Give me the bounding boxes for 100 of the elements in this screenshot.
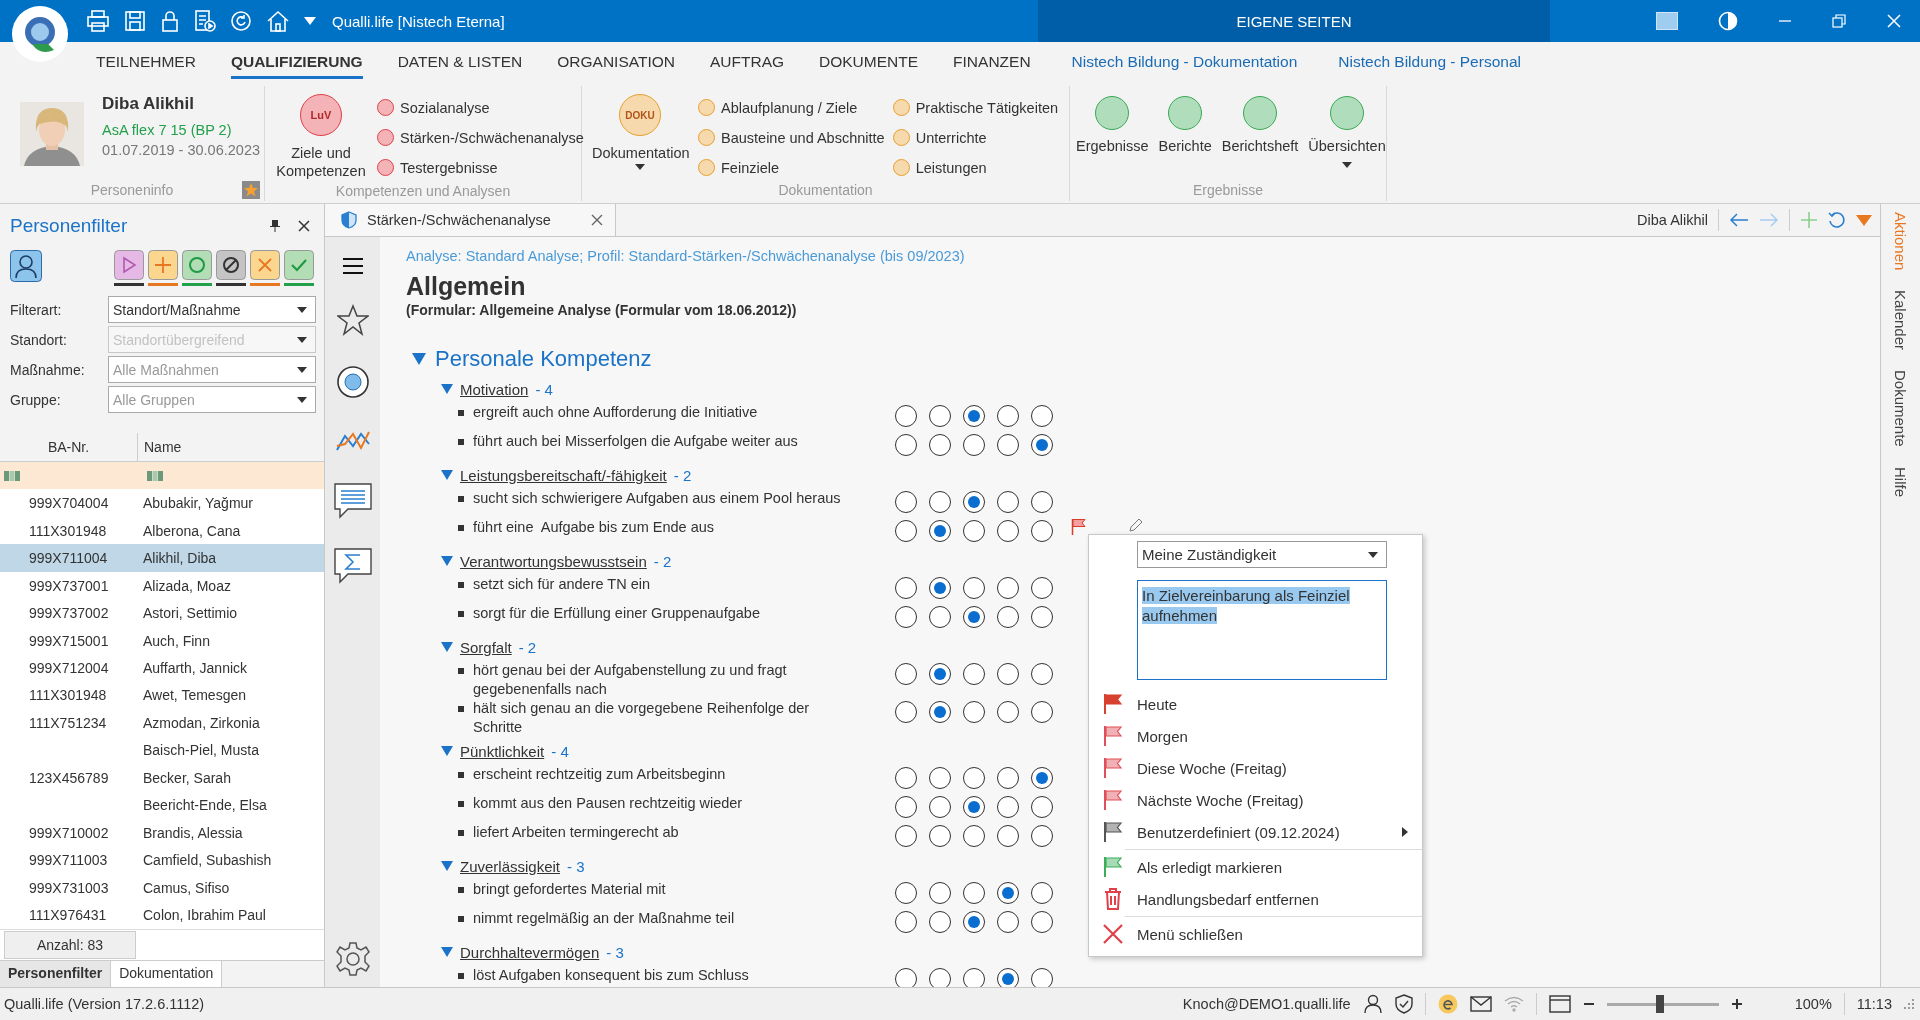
menu-tab[interactable]: DOKUMENTE xyxy=(819,45,919,79)
radio-button[interactable] xyxy=(929,577,951,599)
user-icon[interactable] xyxy=(1362,994,1383,1014)
expand-triangle-icon[interactable] xyxy=(412,353,426,365)
ribbon-item[interactable]: Feinziele xyxy=(698,157,885,178)
table-row[interactable]: 999X704004 Abubakir, Yağmur xyxy=(0,489,324,517)
menu-tab[interactable]: AUFTRAG xyxy=(709,45,785,79)
note-field[interactable]: In Zielvereinbarung als Feinziel aufnehmen xyxy=(1137,580,1387,680)
printer-icon[interactable] xyxy=(86,10,110,32)
radio-button[interactable] xyxy=(963,767,985,789)
radio-button[interactable] xyxy=(963,663,985,685)
table-row[interactable]: 999X711004 Alikhil, Diba xyxy=(0,544,324,572)
radio-button[interactable] xyxy=(929,491,951,513)
mail-icon[interactable] xyxy=(1469,996,1492,1012)
ribbon-button[interactable]: Berichtsheft xyxy=(1219,94,1301,179)
settings-icon[interactable] xyxy=(334,941,371,977)
radio-button[interactable] xyxy=(1031,663,1053,685)
radio-button[interactable] xyxy=(929,606,951,628)
menu-tab[interactable]: QUALIFIZIERUNG xyxy=(230,45,363,79)
table-row[interactable]: 111X301948 Awet, Temesgen xyxy=(0,681,324,710)
menu-item[interactable]: Morgen xyxy=(1089,720,1422,752)
table-row[interactable]: 999X715001 Auch, Finn xyxy=(0,626,324,655)
ribbon-button[interactable]: DOKU Dokumentation xyxy=(590,94,690,179)
table-row[interactable]: 123X456789 Becker, Sarah xyxy=(0,764,324,792)
menu-item[interactable]: Als erledigt markieren xyxy=(1089,851,1422,883)
radio-button[interactable] xyxy=(963,405,985,427)
radio-button[interactable] xyxy=(1031,520,1053,542)
person-button[interactable] xyxy=(10,250,42,282)
category-title[interactable]: Verantwortungsbewusstsein xyxy=(460,552,647,570)
menu-link[interactable]: Nistech Bildung - Personal xyxy=(1338,45,1521,79)
zoom-in-icon[interactable] xyxy=(1730,998,1743,1010)
text-filter-icon[interactable] xyxy=(147,470,163,481)
caret-icon[interactable] xyxy=(1368,551,1378,558)
expand-triangle-icon[interactable] xyxy=(441,947,453,957)
radio-button[interactable] xyxy=(997,606,1019,628)
circle-icon[interactable] xyxy=(335,365,370,399)
document-icon[interactable] xyxy=(194,10,216,32)
radio-button[interactable] xyxy=(929,405,951,427)
menu-tab[interactable]: FINANZEN xyxy=(953,45,1031,79)
radio-button[interactable] xyxy=(963,968,985,987)
radio-button[interactable] xyxy=(997,882,1019,904)
table-row[interactable]: 999X712004 Auffarth, Jannick xyxy=(0,654,324,682)
ribbon-item[interactable]: Leistungen xyxy=(892,157,1059,178)
menu-item[interactable]: Diese Woche (Freitag) xyxy=(1089,752,1422,784)
radio-button[interactable] xyxy=(997,434,1019,456)
star-icon[interactable] xyxy=(242,181,260,199)
radio-button[interactable] xyxy=(895,796,917,818)
flag-icon[interactable] xyxy=(1071,518,1087,536)
lock-icon[interactable] xyxy=(160,10,180,32)
table-row[interactable]: 999X711003 Camfield, Subashish xyxy=(0,846,324,875)
radio-button[interactable] xyxy=(1031,434,1053,456)
pencil-icon[interactable] xyxy=(1129,518,1143,532)
table-row[interactable]: 999X737001 Alizada, Moaz xyxy=(0,571,324,600)
menu-tab[interactable]: ORGANISATION xyxy=(557,45,675,79)
radio-button[interactable] xyxy=(1031,405,1053,427)
expand-triangle-icon[interactable] xyxy=(441,746,453,756)
ribbon-item[interactable]: Stärken-/Schwächenanalyse xyxy=(377,127,584,148)
ribbon-button[interactable]: Übersichten xyxy=(1306,94,1388,179)
refresh-icon[interactable] xyxy=(1828,211,1846,229)
panel-tab[interactable]: Dokumentation xyxy=(111,961,223,987)
radio-button[interactable] xyxy=(1031,606,1053,628)
table-row[interactable]: 111X301948 Alberona, Cana xyxy=(0,516,324,545)
blocked-filter-button[interactable] xyxy=(216,250,246,280)
category-title[interactable]: Motivation xyxy=(460,380,529,398)
caret-icon[interactable] xyxy=(635,164,645,170)
own-pages-banner[interactable]: EIGENE SEITEN xyxy=(1038,0,1550,42)
radio-button[interactable] xyxy=(997,796,1019,818)
panel-tab[interactable]: Personenfilter xyxy=(0,961,112,987)
menu-item[interactable]: Handlungsbedarf entfernen xyxy=(1089,883,1422,915)
home-icon[interactable] xyxy=(266,10,290,32)
radio-button[interactable] xyxy=(997,825,1019,847)
responsibility-dropdown[interactable]: Meine Zuständigkeit xyxy=(1137,541,1387,568)
contrast-icon[interactable] xyxy=(1718,11,1738,31)
radio-button[interactable] xyxy=(929,663,951,685)
radio-button[interactable] xyxy=(1031,491,1053,513)
check-filter-button[interactable] xyxy=(284,250,314,280)
radio-button[interactable] xyxy=(1031,577,1053,599)
menu-tab[interactable]: DATEN & LISTEN xyxy=(397,45,523,79)
text-filter-icon[interactable] xyxy=(4,470,20,481)
category-title[interactable]: Leistungsbereitschaft/-fähigkeit xyxy=(460,466,667,484)
restore-icon[interactable] xyxy=(1832,14,1846,28)
radio-button[interactable] xyxy=(963,491,985,513)
table-row[interactable]: 111X751234 Azmodan, Zirkonia xyxy=(0,709,324,737)
star-icon[interactable] xyxy=(336,304,369,336)
column-header[interactable]: BA-Nr. xyxy=(0,433,138,461)
resize-grip-icon[interactable] xyxy=(1904,999,1914,1009)
radio-button[interactable] xyxy=(1031,767,1053,789)
radio-button[interactable] xyxy=(963,520,985,542)
back-arrow-icon[interactable] xyxy=(1729,213,1749,227)
radio-button[interactable] xyxy=(963,882,985,904)
close-icon[interactable] xyxy=(298,220,310,232)
radio-button[interactable] xyxy=(895,968,917,987)
radio-button[interactable] xyxy=(1031,968,1053,987)
ribbon-item[interactable]: Sozialanalyse xyxy=(377,97,584,118)
table-row[interactable]: 111X976431 Colon, Ibrahim Paul xyxy=(0,901,324,929)
radio-button[interactable] xyxy=(929,434,951,456)
menu-icon[interactable] xyxy=(341,257,364,275)
table-row[interactable]: 999X737002 Astori, Settimio xyxy=(0,599,324,627)
sum-comment-icon[interactable] xyxy=(333,548,372,584)
category-title[interactable]: Pünktlichkeit xyxy=(460,742,545,760)
